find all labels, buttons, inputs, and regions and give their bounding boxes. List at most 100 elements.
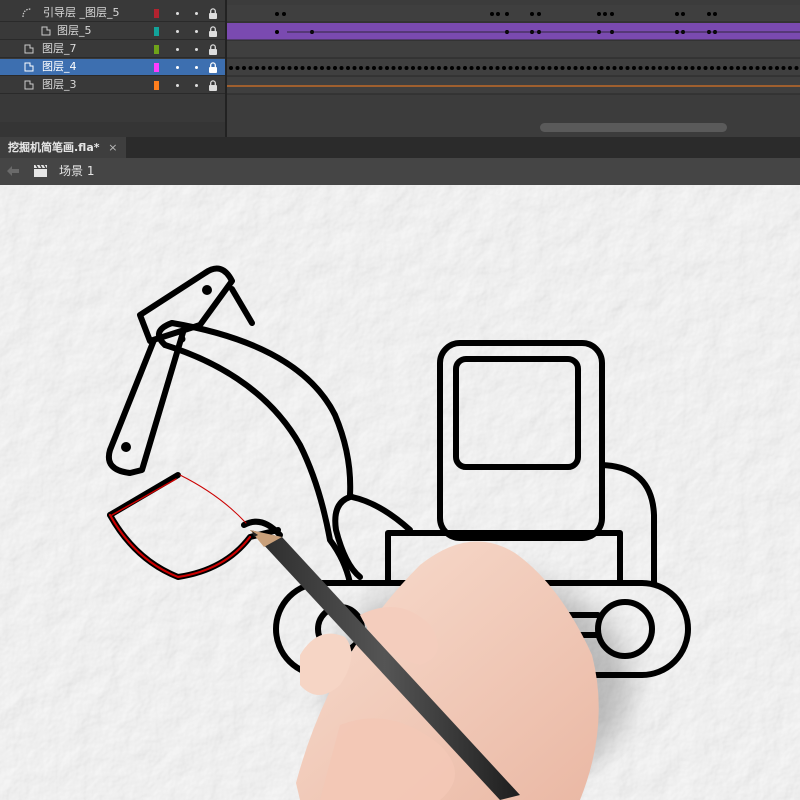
frame-row[interactable] [227,41,800,58]
keyframe[interactable] [255,66,259,70]
visibility-dot[interactable] [176,48,179,51]
document-tab[interactable]: 挖掘机简笔画.fla* × [0,137,126,158]
keyframe[interactable] [281,66,285,70]
keyframe[interactable] [320,66,324,70]
keyframe[interactable] [573,66,578,70]
keyframe[interactable] [333,66,337,70]
keyframe[interactable] [612,66,617,70]
stage-canvas[interactable] [0,185,800,800]
keyframe[interactable] [463,66,467,70]
keyframe[interactable] [530,12,534,16]
keyframe[interactable] [346,66,350,70]
keyframe[interactable] [505,12,509,16]
keyframe[interactable] [651,66,656,70]
keyframe[interactable] [710,66,714,70]
keyframe[interactable] [781,66,786,70]
keyframe[interactable] [610,12,614,16]
keyframe[interactable] [352,66,357,70]
keyframe[interactable] [385,66,389,70]
keyframe[interactable] [567,66,571,70]
back-arrow-icon[interactable] [6,165,20,177]
keyframe[interactable] [736,66,740,70]
layer-color-swatch[interactable] [154,9,159,18]
keyframe[interactable] [456,66,461,70]
visibility-dot[interactable] [176,84,179,87]
timeline-scrollbar[interactable] [540,123,727,132]
keyframe[interactable] [268,66,272,70]
layer-row-7[interactable]: 图层_7 [0,41,225,58]
keyframe[interactable] [658,66,662,70]
keyframe[interactable] [490,12,494,16]
keyframe[interactable] [554,66,558,70]
layer-color-swatch[interactable] [154,81,159,90]
frames-grid[interactable] [227,0,800,137]
keyframe[interactable] [762,66,766,70]
keyframe[interactable] [677,66,682,70]
keyframe[interactable] [671,66,675,70]
keyframe[interactable] [755,66,760,70]
keyframe[interactable] [275,30,279,34]
keyframe[interactable] [560,66,565,70]
keyframe[interactable] [528,66,532,70]
keyframe[interactable] [775,66,779,70]
keyframe[interactable] [697,66,701,70]
keyframe[interactable] [287,66,292,70]
keyframe[interactable] [417,66,422,70]
lock-icon[interactable] [208,44,218,55]
keyframe[interactable] [274,66,279,70]
keyframe[interactable] [638,66,643,70]
keyframe[interactable] [242,66,246,70]
keyframe[interactable] [690,66,695,70]
keyframe[interactable] [229,66,233,70]
keyframe[interactable] [515,66,519,70]
keyframe[interactable] [684,66,688,70]
lock-dot[interactable] [195,84,198,87]
layer-row-5[interactable]: 图层_5 [0,23,225,40]
keyframe[interactable] [599,66,604,70]
keyframe[interactable] [742,66,747,70]
lock-icon[interactable] [208,62,218,73]
keyframe[interactable] [372,66,376,70]
keyframe[interactable] [703,66,708,70]
keyframe[interactable] [603,12,607,16]
frames-area[interactable] [227,0,800,137]
keyframe[interactable] [729,66,734,70]
keyframe[interactable] [593,66,597,70]
lock-dot[interactable] [195,66,198,69]
keyframe[interactable] [502,66,506,70]
keyframe[interactable] [619,66,623,70]
keyframe[interactable] [326,66,331,70]
keyframe[interactable] [788,66,792,70]
keyframe[interactable] [430,66,435,70]
keyframe[interactable] [707,12,711,16]
keyframe[interactable] [450,66,454,70]
keyframe[interactable] [398,66,402,70]
keyframe[interactable] [495,66,500,70]
keyframe[interactable] [307,66,311,70]
keyframe[interactable] [508,66,513,70]
keyframe[interactable] [768,66,773,70]
keyframe[interactable] [664,66,669,70]
keyframe[interactable] [469,66,474,70]
keyframe[interactable] [391,66,396,70]
layer-color-swatch[interactable] [154,27,159,36]
keyframe[interactable] [749,66,753,70]
keyframe[interactable] [625,66,630,70]
visibility-dot[interactable] [176,12,179,15]
keyframe[interactable] [597,12,601,16]
keyframe[interactable] [586,66,591,70]
keyframe[interactable] [537,12,541,16]
keyframe[interactable] [716,66,721,70]
keyframe[interactable] [489,66,493,70]
keyframe[interactable] [723,66,727,70]
keyframe[interactable] [437,66,441,70]
layer-row-guide[interactable]: 引导层 _图层_5 [0,5,225,22]
keyframe[interactable] [424,66,428,70]
keyframe[interactable] [365,66,370,70]
keyframe[interactable] [632,66,636,70]
close-icon[interactable]: × [108,137,117,158]
keyframe[interactable] [443,66,448,70]
layer-row-3[interactable]: 图层_3 [0,77,225,94]
keyframe[interactable] [606,66,610,70]
keyframe[interactable] [681,12,685,16]
